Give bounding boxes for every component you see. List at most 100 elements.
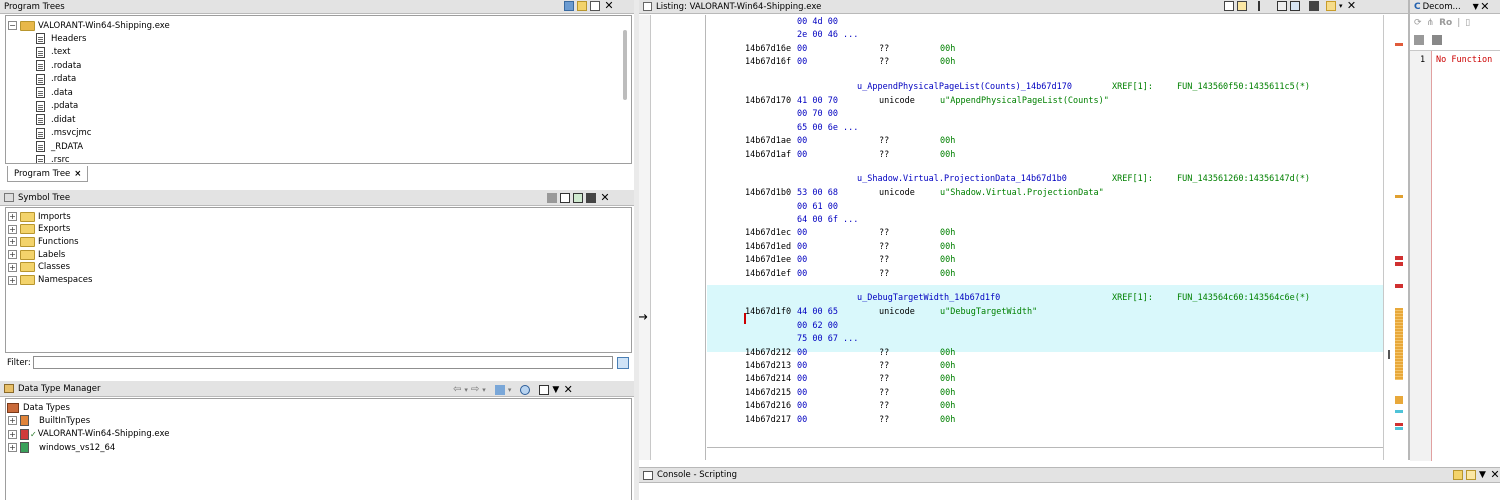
close-symbol-tree-icon[interactable]: ✕: [599, 192, 611, 203]
expand-icon[interactable]: +: [8, 250, 17, 260]
expand-icon[interactable]: +: [8, 416, 17, 425]
nav-down-icon[interactable]: [1277, 1, 1287, 11]
listing-code-row[interactable]: 00 4d 00: [707, 17, 1383, 30]
listing-code-row[interactable]: 14b67d1f0 44 00 65 unicode u"DebugTargetWid…: [707, 307, 1383, 320]
lock-icon[interactable]: [1453, 470, 1463, 480]
back-dropdown-icon[interactable]: ▾: [464, 386, 468, 394]
read-only-toggle[interactable]: Ro: [1439, 18, 1452, 28]
data-type-item[interactable]: + ✓ VALORANT-Win64-Shipping.exe: [8, 428, 170, 441]
data-type-item[interactable]: + BuiltInTypes: [8, 414, 90, 427]
data-types-root[interactable]: Data Types: [7, 401, 70, 414]
flow-icon[interactable]: [1290, 1, 1300, 11]
listing-code-row[interactable]: 14b67d1ae 00?? 00h: [707, 136, 1383, 149]
listing-code-row[interactable]: 75 00 67 ...: [707, 334, 1383, 347]
listing-code-row[interactable]: 14b67d215 00?? 00h: [707, 388, 1383, 401]
xref-target[interactable]: FUN_143561260:14356147d(*): [1177, 174, 1310, 184]
program-tree-section[interactable]: .rdata: [36, 73, 76, 86]
symbol-tree-item[interactable]: + Functions: [8, 235, 79, 248]
navigate-icon[interactable]: [573, 193, 583, 203]
close-program-trees-icon[interactable]: ✕: [603, 0, 615, 11]
collapse-icon[interactable]: −: [8, 21, 17, 30]
folder-open-icon[interactable]: [577, 1, 587, 11]
listing-code-row[interactable]: 14b67d16f 00?? 00h: [707, 57, 1383, 70]
back-arrow-icon[interactable]: ⇦: [453, 384, 461, 395]
console-body[interactable]: [639, 484, 1500, 500]
snapshot-icon[interactable]: [586, 193, 596, 203]
bookmark-icon[interactable]: ▯: [1465, 18, 1470, 28]
graph-icon[interactable]: ⋔: [1427, 18, 1435, 28]
listing-code-row[interactable]: 65 00 6e ...: [707, 123, 1383, 136]
program-tree-section[interactable]: .data: [36, 86, 73, 99]
listing-code-row[interactable]: 14b67d16e 00?? 00h: [707, 44, 1383, 57]
listing-code-row[interactable]: 14b67d1ee 00?? 00h: [707, 255, 1383, 268]
listing-code-row[interactable]: 00 62 00: [707, 321, 1383, 334]
listing-menu-icon[interactable]: ▾: [1339, 2, 1343, 10]
archive-icon[interactable]: [494, 384, 505, 395]
program-tree-section[interactable]: .didat: [36, 113, 75, 126]
program-tree-section[interactable]: Headers: [36, 32, 86, 45]
copy-icon[interactable]: [1414, 35, 1424, 45]
listing-code-row[interactable]: 2e 00 46 ...: [707, 30, 1383, 43]
camera-icon[interactable]: [1309, 1, 1319, 11]
xref-target[interactable]: FUN_143564c60:143564c6e(*): [1177, 293, 1310, 303]
console-menu-icon[interactable]: ▼: [1479, 470, 1486, 480]
listing-code-row[interactable]: 00 61 00: [707, 202, 1383, 215]
listing-label-row[interactable]: u_DebugTargetWidth_14b67d1f0 XREF[1]: FUN_…: [707, 293, 1383, 306]
upload-icon[interactable]: [547, 193, 557, 203]
forward-dropdown-icon[interactable]: ▾: [482, 386, 486, 394]
listing-code-row[interactable]: 14b67d213 00?? 00h: [707, 361, 1383, 374]
decompiler-body[interactable]: 1 No Function: [1410, 50, 1500, 461]
refresh-icon[interactable]: ⟳: [1414, 18, 1422, 28]
program-tree-root[interactable]: − VALORANT-Win64-Shipping.exe: [8, 19, 170, 32]
data-type-item[interactable]: + windows_vs12_64: [8, 441, 115, 454]
program-tree-section[interactable]: .pdata: [36, 100, 78, 113]
snapshot-icon[interactable]: [1432, 35, 1442, 45]
listing-label-row[interactable]: u_AppendPhysicalPageList(Counts)_14b67d1…: [707, 82, 1383, 95]
listing-code-row[interactable]: 14b67d214 00?? 00h: [707, 374, 1383, 387]
expand-icon[interactable]: +: [8, 237, 17, 247]
program-tree-section[interactable]: .text: [36, 46, 70, 59]
xref-target[interactable]: FUN_143560f50:1435611c5(*): [1177, 82, 1310, 92]
listing-label-row[interactable]: u_Shadow.Virtual.ProjectionData_14b67d1b…: [707, 174, 1383, 187]
listing-label[interactable]: u_DebugTargetWidth_14b67d1f0: [857, 293, 1000, 303]
symbol-tree-item[interactable]: + Imports: [8, 210, 71, 223]
expand-icon[interactable]: +: [8, 212, 17, 221]
listing-code-row[interactable]: 14b67d170 41 00 70 unicode u"AppendPhysical…: [707, 96, 1383, 109]
program-tree-scrollbar[interactable]: [623, 30, 627, 100]
symbol-tree-item[interactable]: + Exports: [8, 223, 70, 236]
refresh-icon[interactable]: [520, 384, 531, 395]
program-tree-section[interactable]: .rodata: [36, 59, 81, 72]
panel-menu-icon[interactable]: ▼: [552, 385, 559, 395]
copy-icon[interactable]: [1224, 1, 1234, 11]
program-tree-section[interactable]: _RDATA: [36, 140, 83, 153]
view-icon[interactable]: [590, 1, 600, 11]
listing-code-row[interactable]: 14b67d212 00?? 00h: [707, 348, 1383, 361]
expand-icon[interactable]: +: [8, 443, 17, 452]
close-listing-icon[interactable]: ✕: [1346, 0, 1358, 11]
paste-icon[interactable]: [1237, 1, 1247, 11]
listing-body[interactable]: 00 4d 00 2e 00 46 ... 14b67d16e 00?? 00h 14b6…: [707, 15, 1383, 447]
listing-label[interactable]: u_Shadow.Virtual.ProjectionData_14b67d1b…: [857, 174, 1067, 184]
program-tree-section[interactable]: .msvcjmc: [36, 127, 91, 140]
listing-code-row[interactable]: 14b67d1ec 00?? 00h: [707, 228, 1383, 241]
listing-code-row[interactable]: 14b67d216 00?? 00h: [707, 401, 1383, 414]
listing-label[interactable]: u_AppendPhysicalPageList(Counts)_14b67d1…: [857, 82, 1072, 92]
program-tree-section[interactable]: .rsrc: [36, 154, 70, 163]
select-cursor-icon[interactable]: [1258, 1, 1268, 11]
filter-options-icon[interactable]: [617, 357, 629, 369]
expand-icon[interactable]: +: [8, 224, 17, 234]
symbol-filter-input[interactable]: [33, 356, 613, 369]
listing-code-row[interactable]: 64 00 6f ...: [707, 215, 1383, 228]
listing-code-row[interactable]: 14b67d1ed 00?? 00h: [707, 242, 1383, 255]
close-data-type-manager-icon[interactable]: ✕: [562, 384, 574, 395]
main-splitter[interactable]: [634, 0, 639, 500]
close-decompiler-icon[interactable]: ✕: [1479, 1, 1491, 12]
listing-code-row[interactable]: 14b67d1b0 53 00 68 unicode u"Shadow.Virtual…: [707, 188, 1383, 201]
edit-fields-icon[interactable]: [1326, 1, 1336, 11]
open-program-icon[interactable]: [564, 1, 574, 11]
close-tab-icon[interactable]: ×: [74, 169, 81, 179]
listing-code-row[interactable]: 14b67d1ef 00?? 00h: [707, 269, 1383, 282]
collapse-all-icon[interactable]: [539, 384, 550, 395]
listing-code-row[interactable]: 14b67d1af 00?? 00h: [707, 150, 1383, 163]
listing-code-row[interactable]: 00 70 00: [707, 109, 1383, 122]
